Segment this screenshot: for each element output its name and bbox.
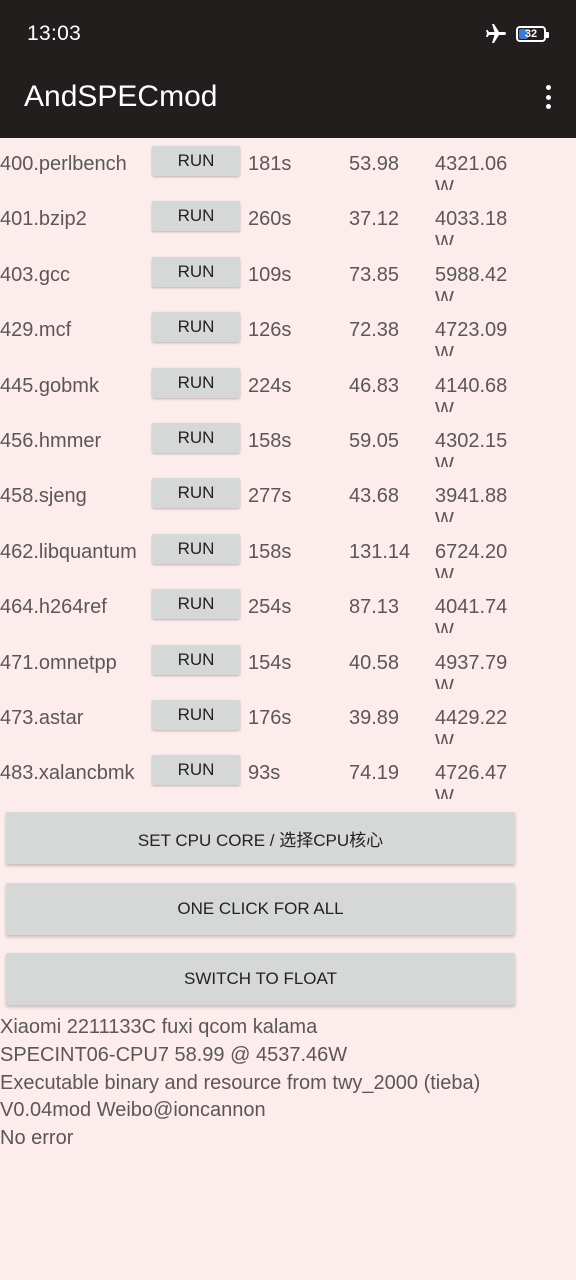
run-button[interactable]: RUN [152, 256, 240, 287]
benchmark-score: 4726.47W [435, 762, 508, 800]
benchmark-list: 400.perlbench RUN 181s 53.98 4321.06W 401.bzi… [0, 138, 576, 803]
benchmark-score: 3941.88W [435, 485, 508, 523]
benchmark-score: 4723.09W [435, 319, 508, 357]
run-button[interactable]: RUN [152, 533, 240, 564]
benchmark-ratio: 53.98 [349, 153, 400, 175]
info-panel: Xiaomi 2211133C fuxi qcom kalama SPECINT… [0, 1014, 576, 1153]
benchmark-row: 429.mcf RUN 126s 72.38 4723.09W [0, 304, 576, 359]
benchmark-time: 277s [248, 485, 292, 508]
device-info: Xiaomi 2211133C fuxi qcom kalama [0, 1016, 318, 1038]
benchmark-time: 154s [248, 651, 292, 674]
benchmark-ratio: 40.58 [349, 651, 400, 674]
benchmark-row: 456.hmmer RUN 158s 59.05 4302.15W [0, 415, 576, 470]
benchmark-ratio: 87.13 [349, 596, 400, 619]
benchmark-name: 471.omnetpp [0, 651, 117, 674]
benchmark-ratio: 72.38 [349, 319, 400, 342]
benchmark-row: 462.libquantum RUN 158s 131.14 6724.20W [0, 526, 576, 581]
run-button[interactable]: RUN [152, 644, 240, 675]
run-button[interactable]: RUN [152, 422, 240, 453]
status-icons: 32 [484, 22, 549, 46]
benchmark-score: 4302.15W [435, 429, 508, 467]
app-bar: AndSPECmod [0, 68, 576, 138]
run-button[interactable]: RUN [152, 367, 240, 398]
run-button[interactable]: RUN [152, 312, 240, 343]
benchmark-name: 464.h264ref [0, 596, 107, 619]
benchmark-time: 181s [248, 153, 292, 175]
run-button[interactable]: RUN [152, 478, 240, 509]
benchmark-name: 456.hmmer [0, 429, 102, 452]
benchmark-row: 458.sjeng RUN 277s 43.68 3941.88W [0, 470, 576, 525]
benchmark-row: 471.omnetpp RUN 154s 40.58 4937.79W [0, 637, 576, 692]
switch-to-float-button[interactable]: SWITCH TO FLOAT [6, 953, 515, 1005]
app-title: AndSPECmod [24, 80, 218, 113]
benchmark-score: 6724.20W [435, 540, 508, 578]
benchmark-row: 483.xalancbmk RUN 93s 74.19 4726.47W [0, 747, 576, 802]
battery-level: 32 [524, 28, 538, 40]
benchmark-name: 400.perlbench [0, 153, 127, 175]
benchmark-ratio: 37.12 [349, 208, 400, 231]
run-button[interactable]: RUN [152, 699, 240, 730]
benchmark-name: 429.mcf [0, 319, 72, 342]
benchmark-row: 445.gobmk RUN 224s 46.83 4140.68W [0, 360, 576, 415]
result-summary: SPECINT06-CPU7 58.99 @ 4537.46W [0, 1043, 348, 1066]
benchmark-time: 109s [248, 263, 292, 286]
benchmark-ratio: 46.83 [349, 374, 400, 397]
benchmark-ratio: 74.19 [349, 762, 400, 785]
benchmark-row: 464.h264ref RUN 254s 87.13 4041.74W [0, 581, 576, 636]
benchmark-time: 158s [248, 429, 292, 452]
more-vert-icon[interactable] [540, 83, 556, 111]
battery-icon: 32 [516, 26, 549, 42]
benchmark-row: 473.astar RUN 176s 39.89 4429.22W [0, 692, 576, 747]
benchmark-score: 4429.22W [435, 706, 508, 744]
benchmark-time: 260s [248, 208, 292, 231]
benchmark-name: 473.astar [0, 706, 84, 729]
airplane-mode-icon [486, 24, 506, 43]
benchmark-time: 126s [248, 319, 292, 342]
benchmark-time: 93s [248, 762, 281, 785]
benchmark-ratio: 73.85 [349, 263, 400, 286]
run-button[interactable]: RUN [152, 589, 240, 620]
status-time: 13:03 [27, 22, 82, 45]
run-button[interactable]: RUN [152, 201, 240, 232]
benchmark-ratio: 131.14 [349, 540, 411, 563]
benchmark-ratio: 43.68 [349, 485, 400, 508]
benchmark-name: 462.libquantum [0, 540, 137, 563]
benchmark-name: 403.gcc [0, 263, 71, 286]
benchmark-ratio: 59.05 [349, 429, 400, 452]
benchmark-time: 158s [248, 540, 292, 563]
benchmark-row: 403.gcc RUN 109s 73.85 5988.42W [0, 249, 576, 304]
benchmark-score: 4321.06W [435, 153, 508, 190]
source-credit: Executable binary and resource from twy_… [0, 1071, 481, 1094]
benchmark-time: 224s [248, 374, 292, 397]
benchmark-name: 483.xalancbmk [0, 762, 135, 785]
benchmark-ratio: 39.89 [349, 706, 400, 729]
benchmark-row: 401.bzip2 RUN 260s 37.12 4033.18W [0, 193, 576, 248]
benchmark-score: 4033.18W [435, 208, 508, 246]
benchmark-name: 401.bzip2 [0, 208, 87, 231]
benchmark-time: 254s [248, 596, 292, 619]
one-click-for-all-button[interactable]: ONE CLICK FOR ALL [6, 883, 515, 935]
benchmark-score: 5988.42W [435, 263, 508, 301]
benchmark-score: 4140.68W [435, 374, 508, 412]
status-bar: 13:03 32 [0, 0, 576, 68]
benchmark-name: 445.gobmk [0, 374, 99, 397]
error-status: No error [0, 1127, 74, 1150]
version-info: V0.04mod Weibo@ioncannon [0, 1099, 266, 1122]
benchmark-row: 400.perlbench RUN 181s 53.98 4321.06W [0, 138, 576, 193]
run-button[interactable]: RUN [152, 146, 240, 176]
set-cpu-core-button[interactable]: SET CPU CORE / 选择CPU核心 [6, 812, 515, 864]
benchmark-score: 4041.74W [435, 596, 508, 634]
benchmark-name: 458.sjeng [0, 485, 87, 508]
benchmark-time: 176s [248, 706, 292, 729]
benchmark-score: 4937.79W [435, 651, 508, 689]
run-button[interactable]: RUN [152, 755, 240, 786]
